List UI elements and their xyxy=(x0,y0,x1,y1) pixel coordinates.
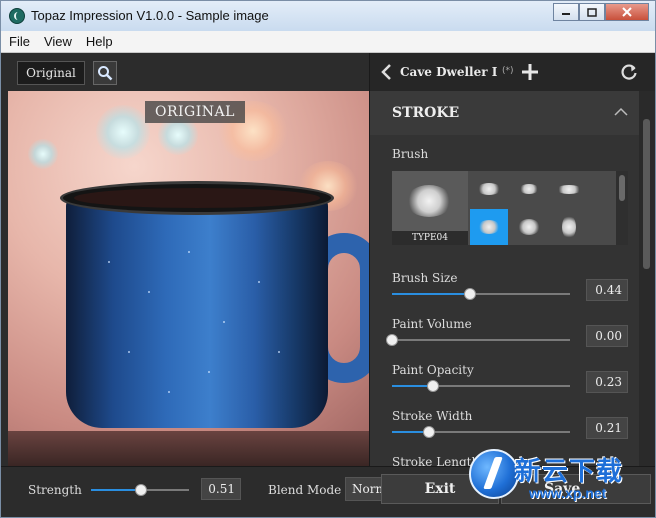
mug-inner xyxy=(74,188,320,208)
brush-scroll-thumb[interactable] xyxy=(619,175,625,201)
slider-handle[interactable] xyxy=(426,380,439,392)
slider-track[interactable] xyxy=(392,288,570,300)
brush-option-selected[interactable] xyxy=(470,209,508,245)
slider-label: Paint Volume xyxy=(392,317,472,331)
slider-handle[interactable] xyxy=(464,288,477,300)
brush-label: Brush xyxy=(392,147,429,161)
brush-scrollbar[interactable] xyxy=(616,171,628,245)
brush-selected-name: TYPE04 xyxy=(392,231,468,245)
slider-track[interactable] xyxy=(386,334,570,346)
maximize-icon xyxy=(587,7,597,17)
panel-scrollbar[interactable] xyxy=(639,91,655,466)
brush-option[interactable] xyxy=(510,209,548,245)
original-overlay-label: ORIGINAL xyxy=(145,101,245,123)
back-chevron-icon[interactable] xyxy=(380,63,394,81)
slider-label: Brush Size xyxy=(392,271,458,285)
slider-value-field[interactable]: 0.00 xyxy=(586,325,628,347)
app-window: Topaz Impression V1.0.0 - Sample image F… xyxy=(0,0,656,518)
slider-handle[interactable] xyxy=(386,334,398,346)
adjustments-panel: STROKE Brush TYPE04 Brush Size 0.44 Pain… xyxy=(369,91,639,466)
strength-slider-track[interactable] xyxy=(91,484,189,496)
menu-bar: File View Help xyxy=(1,31,655,53)
table-surface xyxy=(8,431,369,466)
original-toggle-button[interactable]: Original xyxy=(17,61,85,85)
menu-view[interactable]: View xyxy=(44,34,72,49)
slider-handle[interactable] xyxy=(423,426,436,438)
canvas-toolbar: Original xyxy=(1,53,369,91)
minimize-button[interactable] xyxy=(553,3,579,21)
brush-option[interactable] xyxy=(550,209,588,245)
bokeh-light xyxy=(96,105,150,159)
slider-value-field[interactable]: 0.21 xyxy=(586,417,628,439)
brush-option[interactable] xyxy=(510,171,548,207)
panel-scroll-thumb[interactable] xyxy=(643,119,650,269)
preset-modified-marker: (*) xyxy=(502,66,514,76)
menu-help[interactable]: Help xyxy=(86,34,113,49)
preset-name: Cave Dweller I xyxy=(400,65,498,79)
exit-button[interactable]: Exit xyxy=(381,474,499,504)
brush-option[interactable] xyxy=(550,171,588,207)
slider-label: Stroke Length xyxy=(392,455,480,466)
strength-value-field[interactable]: 0.51 xyxy=(201,478,241,500)
slider-value-field[interactable]: 0.23 xyxy=(586,371,628,393)
slider-label: Paint Opacity xyxy=(392,363,474,377)
menu-file[interactable]: File xyxy=(9,34,30,49)
collapse-chevron-icon[interactable] xyxy=(614,107,628,117)
close-button[interactable] xyxy=(605,3,649,21)
image-canvas[interactable]: ORIGINAL xyxy=(8,91,369,466)
brush-preview-stroke xyxy=(406,185,452,217)
window-controls xyxy=(553,3,649,23)
reset-icon[interactable] xyxy=(620,63,638,81)
maximize-button[interactable] xyxy=(579,3,605,21)
mug-body xyxy=(66,196,328,428)
zoom-icon xyxy=(98,66,113,81)
preset-header: Cave Dweller I (*) xyxy=(369,53,655,91)
strength-slider-handle[interactable] xyxy=(134,484,147,496)
stroke-length-slider: Stroke Length xyxy=(392,455,628,466)
bokeh-light xyxy=(28,139,58,169)
slider-label: Stroke Width xyxy=(392,409,473,423)
add-preset-icon[interactable] xyxy=(520,62,540,82)
slider-track[interactable] xyxy=(392,380,570,392)
stroke-width-slider: Stroke Width 0.21 xyxy=(392,409,628,449)
paint-volume-slider: Paint Volume 0.00 xyxy=(386,317,628,357)
app-logo-icon xyxy=(9,8,25,24)
close-icon xyxy=(622,7,632,17)
zoom-button[interactable] xyxy=(93,61,117,85)
minimize-icon xyxy=(562,13,570,15)
brush-size-slider: Brush Size 0.44 xyxy=(392,271,628,311)
slider-track[interactable] xyxy=(392,426,570,438)
save-button[interactable]: Save xyxy=(501,474,651,504)
stroke-section-header[interactable]: STROKE xyxy=(370,91,639,135)
brush-option[interactable] xyxy=(470,171,508,207)
paint-opacity-slider: Paint Opacity 0.23 xyxy=(392,363,628,403)
brush-picker: TYPE04 xyxy=(392,171,628,245)
slider-value-field[interactable]: 0.44 xyxy=(586,279,628,301)
window-title: Topaz Impression V1.0.0 - Sample image xyxy=(31,8,269,23)
slider-fill xyxy=(392,293,471,295)
brush-preview: TYPE04 xyxy=(392,171,468,245)
title-bar[interactable]: Topaz Impression V1.0.0 - Sample image xyxy=(1,1,655,31)
strength-slider-fill xyxy=(91,489,141,491)
bottom-bar: Strength 0.51 Blend Mode Norm Exit Save xyxy=(1,466,655,517)
blend-mode-label: Blend Mode xyxy=(268,483,342,497)
section-title: STROKE xyxy=(392,105,460,121)
strength-label: Strength xyxy=(28,483,82,497)
